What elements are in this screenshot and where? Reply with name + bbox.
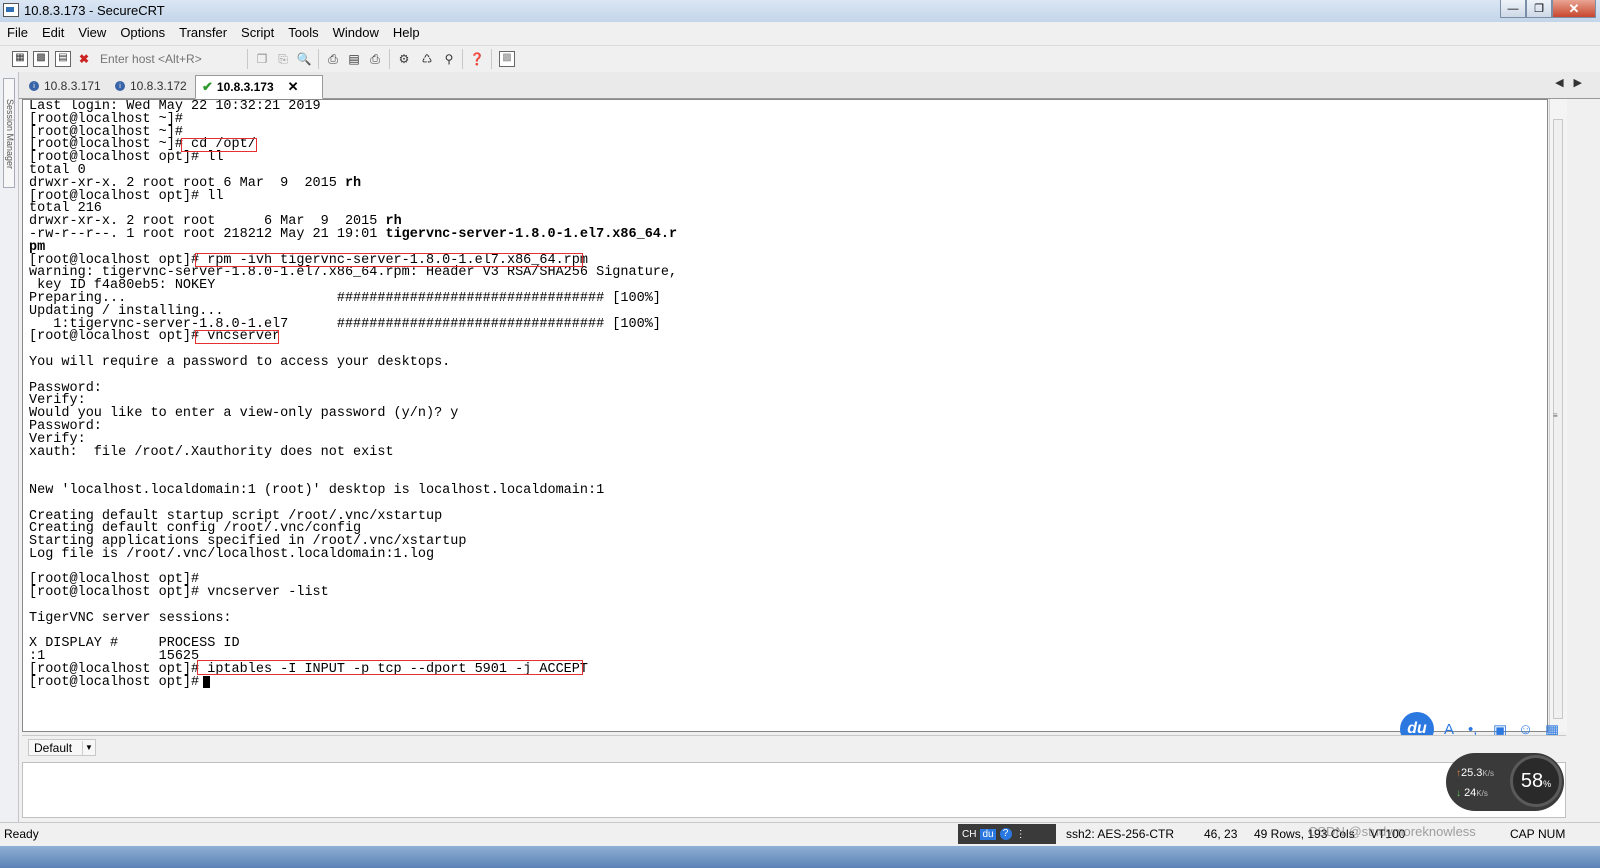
menu-window[interactable]: Window [326,22,386,44]
global-options-icon[interactable]: ♺ [419,51,435,67]
print-icon[interactable]: ⎙ [325,51,341,67]
status-caps: CAP [1510,827,1535,841]
tab-session-172[interactable]: i 10.8.3.172 [109,75,195,97]
status-num: NUM [1538,827,1566,841]
enter-host-input[interactable] [98,49,250,68]
status-cipher: ssh2: AES-256-CTR [1066,827,1175,841]
paste-icon[interactable]: ⎘ [275,51,291,67]
tab-session-171[interactable]: i 10.8.3.171 [23,75,109,97]
terminal-scrollbar[interactable]: ≡ [1549,99,1567,732]
terminal-line: You will require a password to access yo… [29,354,451,370]
highlight-vncserver-command [195,330,279,344]
quick-connect-icon[interactable]: ▩ [33,51,49,67]
menu-file[interactable]: File [0,22,35,44]
highlight-rpm-command [195,253,583,267]
terminal-line: -rw-r--r--. 1 root root 218212 May 21 19… [29,226,678,242]
print-selection-icon[interactable]: ▤ [346,51,362,67]
command-window[interactable] [22,762,1566,818]
menu-edit[interactable]: Edit [35,22,71,44]
connect-in-tab-icon[interactable]: ▤ [55,51,71,67]
terminal-output: Last login: Wed May 22 10:32:21 2019 [roo… [29,100,678,690]
session-tab-bar: i 10.8.3.171 i 10.8.3.172 ✔ 10.8.3.173 ✕… [19,72,1600,99]
status-ready: Ready [4,827,39,841]
terminal-line: [root@localhost opt]# vncserver [29,329,281,345]
terminal-line: Log file is /root/.vnc/localhost.localdo… [29,546,435,562]
terminal-screen[interactable]: Last login: Wed May 22 10:32:21 2019 [roo… [22,99,1548,732]
terminal-line: Password: [29,380,102,396]
copy-icon[interactable]: ❐ [254,51,270,67]
highlight-cd-command [181,138,257,152]
terminal-line: [root@localhost opt]# [29,674,208,690]
ime-status-indicator[interactable]: CH du ? ⋮ [958,824,1056,844]
menu-help[interactable]: Help [386,22,427,44]
sftp-icon[interactable]: ▩ [499,51,515,67]
window-controls: — ❐ ✕ [1500,0,1596,18]
terminal-cursor [203,676,210,688]
find-icon[interactable]: 🔍 [296,51,312,67]
terminal-line: Would you like to enter a view-only pass… [29,406,459,422]
menu-transfer[interactable]: Transfer [172,22,234,44]
os-taskbar [0,846,1600,868]
terminal-line: [root@localhost opt]# ll [29,188,224,204]
toolbar-separator [462,49,463,69]
upload-speed: ↑25.3K/s [1456,767,1494,779]
help-icon: ? [999,828,1012,840]
terminal-line: xauth: file /root/.Xauthority does not e… [29,444,394,460]
terminal-line: New 'localhost.localdomain:1 (root)' des… [29,482,605,498]
menu-script[interactable]: Script [234,22,281,44]
chevron-down-icon: ▼ [82,741,95,755]
connect-icon[interactable]: ▦ [12,51,28,67]
close-window-button[interactable]: ✕ [1552,0,1596,18]
button-bar-select[interactable]: Default ▼ [28,739,96,756]
title-bar: 10.8.3.173 - SecureCRT — ❐ ✕ [0,0,1600,23]
highlight-iptables-command [197,660,583,675]
watermark: CSDN @studymoreknowless [1308,824,1476,839]
toolbar: ▦ ▩ ▤ ✖ ❐ ⎘ 🔍 ⎙ ▤ ⎙ ⚙ ♺ ⚲ ❓ ▩ [0,45,1600,73]
menu-options[interactable]: Options [113,22,172,44]
toolbar-separator [491,49,492,69]
button-bar: Default ▼ [22,735,1566,760]
download-arrow-icon: ↓ [1456,788,1461,799]
usage-percent: 58% [1510,755,1562,807]
terminal-line: TigerVNC server sessions: [29,610,232,626]
session-manager-tab[interactable]: Session Manager [3,78,15,188]
session-manager-rail: Session Manager [0,72,19,834]
menu-view[interactable]: View [71,22,113,44]
terminal-line: [root@localhost opt]# ll [29,150,224,166]
tab-scroll-arrows[interactable]: ◀▶ [1555,76,1592,89]
network-monitor-widget[interactable]: ↑25.3K/s ↓ 24K/s 58% [1446,753,1564,811]
terminal-line: [root@localhost opt]# vncserver -list [29,585,329,601]
disconnect-icon[interactable]: ✖ [76,51,92,67]
status-cursor-position: 46, 23 [1204,827,1238,841]
menu-bar: File Edit View Options Transfer Script T… [0,22,1600,44]
download-speed: ↓ 24K/s [1456,787,1488,799]
print-screen-icon[interactable]: ⎙ [367,51,383,67]
close-tab-icon[interactable]: ✕ [288,79,299,95]
help-icon[interactable]: ❓ [469,51,485,67]
tab-session-173[interactable]: ✔ 10.8.3.173 ✕ [195,75,323,99]
toolbar-separator [318,49,319,69]
scroll-grip-icon: ≡ [1553,411,1558,420]
window-title: 10.8.3.173 - SecureCRT [24,3,165,18]
minimize-button[interactable]: — [1500,0,1526,18]
toolbar-separator [247,49,248,69]
keymap-icon[interactable]: ⚲ [441,51,457,67]
restore-button[interactable]: ❐ [1526,0,1552,18]
menu-tools[interactable]: Tools [281,22,325,44]
toolbar-separator [389,49,390,69]
terminal-line: Password: [29,418,102,434]
info-icon: i [115,81,125,91]
info-icon: i [29,81,39,91]
connected-check-icon: ✔ [202,79,213,94]
session-options-icon[interactable]: ⚙ [396,51,412,67]
ime-more-icon: ⋮ [1015,828,1026,840]
securecrt-app-icon[interactable] [3,3,19,17]
